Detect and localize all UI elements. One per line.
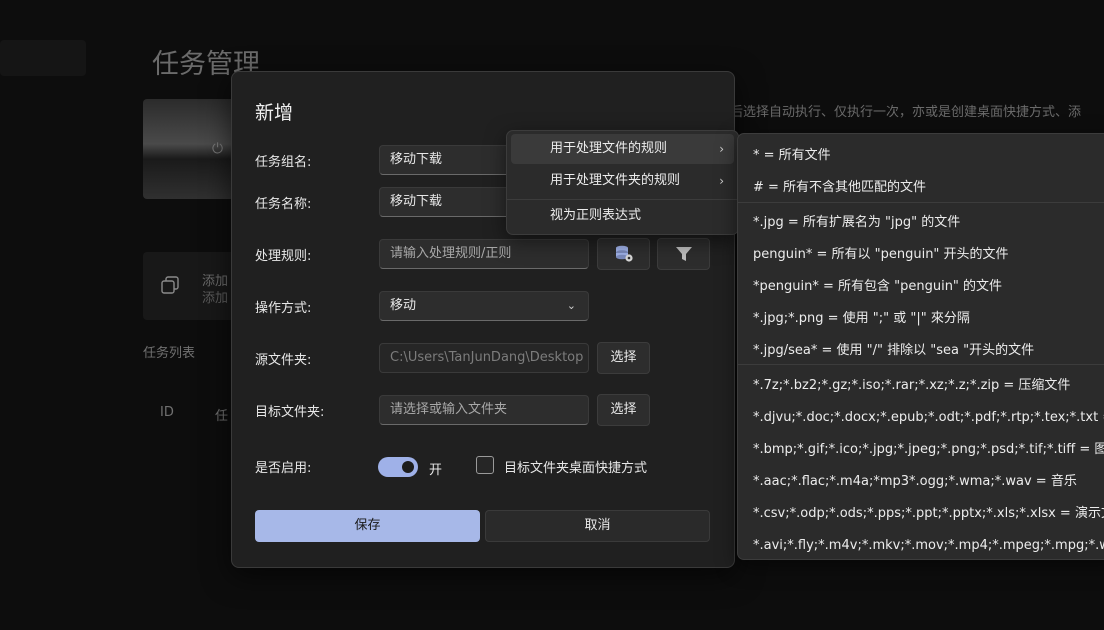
page-description: 后选择自动执行、仅执行一次，亦或是创建桌面快捷方式、添 (730, 105, 1082, 120)
desktop-shortcut-checkbox[interactable] (476, 456, 494, 474)
submenu-item[interactable]: *.avi;*.fly;*.m4v;*.mkv;*.mov;*.mp4;*.mp… (753, 534, 1104, 553)
filter-button[interactable] (657, 238, 710, 270)
submenu-item[interactable]: *.bmp;*.gif;*.ico;*.jpg;*.jpeg;*.png;*.p… (753, 438, 1104, 457)
submenu-item[interactable]: *.csv;*.odp;*.ods;*.pps;*.ppt;*.pptx;*.x… (753, 502, 1104, 521)
enable-toggle[interactable] (378, 457, 418, 477)
submenu-item[interactable]: penguin* = 所有以 "penguin" 开头的文件 (753, 243, 1009, 262)
rule-preset-menu: 用于处理文件的规则 › 用于处理文件夹的规则 › 视为正则表达式 (506, 130, 739, 235)
submenu-item[interactable]: *.djvu;*.doc;*.docx;*.epub;*.odt;*.pdf;*… (753, 406, 1104, 425)
submenu-item[interactable]: *.jpg/sea* = 使用 "/" 排除以 "sea "开头的文件 (753, 339, 1034, 358)
column-header-id: ID (160, 405, 174, 420)
submenu-item[interactable]: *.aac;*.flac;*.m4a;*mp3*.ogg;*.wma;*.wav… (753, 470, 1077, 489)
card-subtitle: 添加 (202, 291, 229, 306)
save-button[interactable]: 保存 (255, 510, 480, 542)
target-folder-input[interactable]: 请选择或输入文件夹 (379, 395, 589, 425)
operation-label: 操作方式: (255, 301, 312, 316)
file-rules-submenu: * = 所有文件 # = 所有不含其他匹配的文件 *.jpg = 所有扩展名为 … (737, 133, 1104, 560)
rule-preset-button[interactable] (597, 238, 650, 270)
submenu-item[interactable]: *.jpg;*.png = 使用 ";" 或 "|" 來分隔 (753, 307, 970, 326)
dialog-title: 新增 (255, 102, 294, 124)
nav-item-selected[interactable] (0, 40, 86, 76)
menu-item-label: 用于处理文件夹的规则 (550, 173, 681, 188)
filter-icon (675, 247, 692, 261)
menu-divider (738, 202, 1104, 203)
column-header-task: 任 (215, 409, 229, 424)
cancel-button[interactable]: 取消 (485, 510, 710, 542)
chevron-right-icon: › (719, 174, 724, 188)
submenu-item[interactable]: * = 所有文件 (753, 144, 831, 163)
target-select-button[interactable]: 选择 (597, 394, 650, 426)
desktop-shortcut-label: 目标文件夹桌面快捷方式 (504, 461, 648, 476)
operation-value: 移动 (390, 298, 417, 313)
chevron-right-icon: › (719, 142, 724, 156)
menu-item-folder-rules[interactable]: 用于处理文件夹的规则 › (511, 166, 734, 196)
rule-label: 处理规则: (255, 249, 312, 264)
submenu-item[interactable]: *.jpg = 所有扩展名为 "jpg" 的文件 (753, 211, 960, 230)
source-select-button[interactable]: 选择 (597, 342, 650, 374)
enable-label: 是否启用: (255, 461, 312, 476)
menu-item-label: 用于处理文件的规则 (550, 141, 668, 156)
menu-item-label: 视为正则表达式 (550, 208, 642, 223)
power-icon: ⏻ (212, 141, 224, 157)
target-folder-label: 目标文件夹: (255, 405, 325, 420)
menu-divider (507, 199, 738, 200)
submenu-item[interactable]: *.7z;*.bz2;*.gz;*.iso;*.rar;*.xz;*.z;*.z… (753, 374, 1070, 393)
menu-item-file-rules[interactable]: 用于处理文件的规则 › (511, 134, 734, 164)
banner-image (143, 99, 243, 199)
copy-icon (161, 276, 179, 294)
menu-divider (738, 364, 1104, 365)
rule-input[interactable]: 请输入处理规则/正则 (379, 239, 589, 269)
toggle-knob (402, 461, 414, 473)
submenu-item[interactable]: # = 所有不含其他匹配的文件 (753, 176, 926, 195)
group-name-label: 任务组名: (255, 155, 312, 170)
task-name-label: 任务名称: (255, 197, 312, 212)
source-folder-input[interactable]: C:\Users\TanJunDang\Desktop (379, 343, 589, 373)
database-settings-icon (615, 245, 633, 262)
menu-item-regex[interactable]: 视为正则表达式 (511, 201, 734, 231)
chevron-down-icon: ⌄ (566, 299, 576, 312)
submenu-item[interactable]: *penguin* = 所有包含 "penguin" 的文件 (753, 275, 1002, 294)
operation-select[interactable]: 移动 ⌄ (379, 291, 589, 321)
toggle-state-text: 开 (429, 463, 443, 478)
source-folder-label: 源文件夹: (255, 353, 312, 368)
task-list-title: 任务列表 (143, 346, 196, 361)
